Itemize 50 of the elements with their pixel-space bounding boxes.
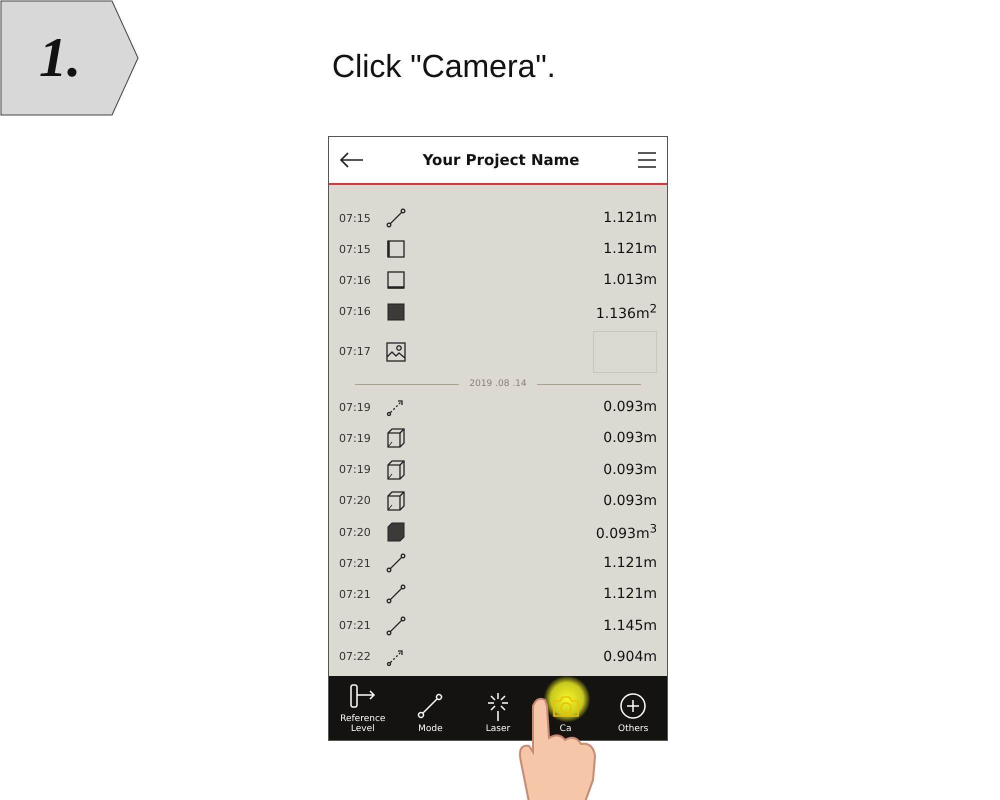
entry-value: 0.093m (603, 399, 657, 416)
instruction-text: Click "Camera". (332, 48, 556, 85)
entry-time: 07:16 (339, 305, 372, 318)
filled-square-icon (385, 300, 407, 323)
entry-time: 07:21 (339, 619, 372, 632)
entry-value: 1.121m (603, 210, 657, 226)
entry-time: 07:19 (339, 432, 372, 445)
entry-time: 07:21 (339, 556, 372, 570)
menu-icon[interactable] (637, 151, 657, 169)
entry-value: 0.093m$^{3}$ (596, 522, 657, 542)
entry-time: 07:19 (339, 463, 372, 476)
line-measure-icon (385, 552, 407, 574)
entry-value: 0.904m (603, 648, 657, 665)
add-icon (618, 690, 648, 721)
nav-tab[interactable]: Others (603, 676, 664, 740)
entry-time: 07:16 (339, 274, 372, 287)
line-measure-icon (385, 614, 407, 637)
entry-time: 07:17 (339, 345, 372, 358)
nav-tab[interactable]: Mode (400, 676, 460, 740)
entry-value: 1.121m (603, 241, 657, 258)
entry-value: 1.145m (603, 618, 657, 634)
square-icon (385, 269, 407, 292)
entry-time: 07:21 (339, 588, 372, 601)
entry-value: 1.013m (603, 272, 657, 288)
entry-value: 0.093m (603, 462, 657, 478)
entry-value: 0.093m (603, 492, 657, 509)
entry-value: 1.136m$^{2}$ (596, 301, 657, 322)
project-title: Your Project Name (422, 151, 580, 169)
line-measure-icon (385, 583, 407, 606)
entry-time: 07:20 (339, 494, 372, 508)
square-icon (385, 238, 407, 260)
back-arrow-icon[interactable] (339, 150, 365, 170)
entry-time: 07:19 (339, 400, 372, 414)
entry-value: 0.093m (603, 430, 657, 446)
cube-icon (385, 427, 407, 450)
cube-icon (385, 490, 407, 512)
entry-value: 1.121m (603, 586, 657, 602)
filled-cube-icon (385, 521, 407, 544)
entry-time: 07:15 (339, 242, 372, 256)
cube-icon (385, 458, 407, 481)
date-separator: 2019 .08 .14 (469, 379, 527, 390)
entry-time: 07:15 (339, 212, 372, 224)
line-measure-icon (385, 207, 407, 229)
image-icon (385, 340, 407, 363)
entry-value: 1.121m (603, 555, 657, 572)
nav-tab[interactable]: Reference Level (332, 676, 393, 740)
entry-time: 07:22 (339, 650, 372, 664)
nav-tab[interactable]: Laser (468, 676, 528, 740)
step-number: 1. (39, 26, 81, 90)
entry-time: 07:20 (339, 526, 372, 539)
